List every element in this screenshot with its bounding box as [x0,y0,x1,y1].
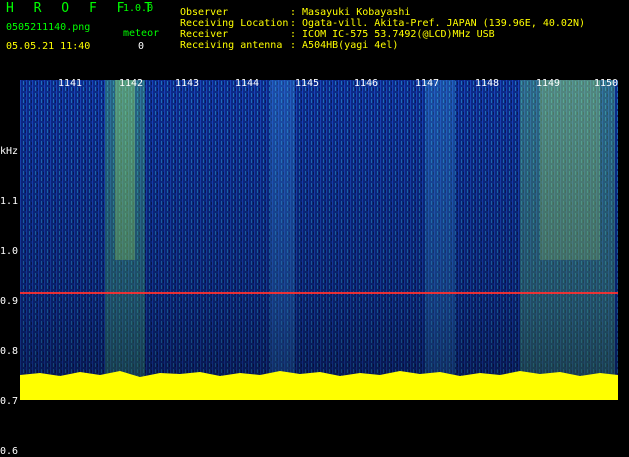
y-tick-label: 0.9 [0,296,19,307]
receiver-label: Receiver [180,29,229,40]
datetime: 05.05.21 11:40 [6,41,91,52]
y-tick-label: 0.8 [0,346,19,357]
time-ticks: 1141 1142 1143 1144 1145 1146 1147 1148 … [20,72,618,90]
location-label: Receiving Location [180,18,289,29]
location-value: : Ogata-vill. Akita-Pref. JAPAN (139.96E… [290,18,586,29]
observer-label: Observer [180,7,229,18]
right-border [618,80,629,400]
meteor-count: 0 [138,41,145,52]
x-tick-label: 1149 [536,78,561,89]
x-tick-label: 1141 [58,78,83,89]
x-tick-label: 1148 [475,78,500,89]
x-tick-label: 1147 [415,78,440,89]
header-panel: H R O F F T 1.0.0 0505211140.png meteor … [0,0,629,72]
observer-value: : Masayuki Kobayashi [290,7,411,18]
y-tick-label: 1.1 [0,196,19,207]
x-tick-label: 1145 [295,78,320,89]
antenna-value: : A504HB(yagi 4el) [290,40,399,51]
antenna-label: Receiving antenna [180,40,283,51]
unit-label: kHz [0,146,19,157]
x-tick-label: 1144 [235,78,260,89]
frequency-axis: kHz 1.1 1.0 0.9 0.8 0.7 0.6 [0,72,20,457]
y-tick-label: 0.6 [0,446,19,457]
spectrogram [20,80,618,400]
x-tick-label: 1142 [119,78,144,89]
x-tick-label: 1150 [594,78,619,89]
app-version: 1.0.0 [123,3,154,14]
x-tick-label: 1146 [354,78,379,89]
x-tick-label: 1143 [175,78,200,89]
meteor-label: meteor [123,28,160,39]
spectrogram-canvas [20,80,618,400]
receiver-value: : ICOM IC-575 53.7492(@LCD)MHz USB [290,29,495,40]
y-tick-label: 0.7 [0,396,19,407]
filename: 0505211140.png [6,22,91,33]
noise-floor [20,371,618,400]
y-tick-label: 1.0 [0,246,19,257]
